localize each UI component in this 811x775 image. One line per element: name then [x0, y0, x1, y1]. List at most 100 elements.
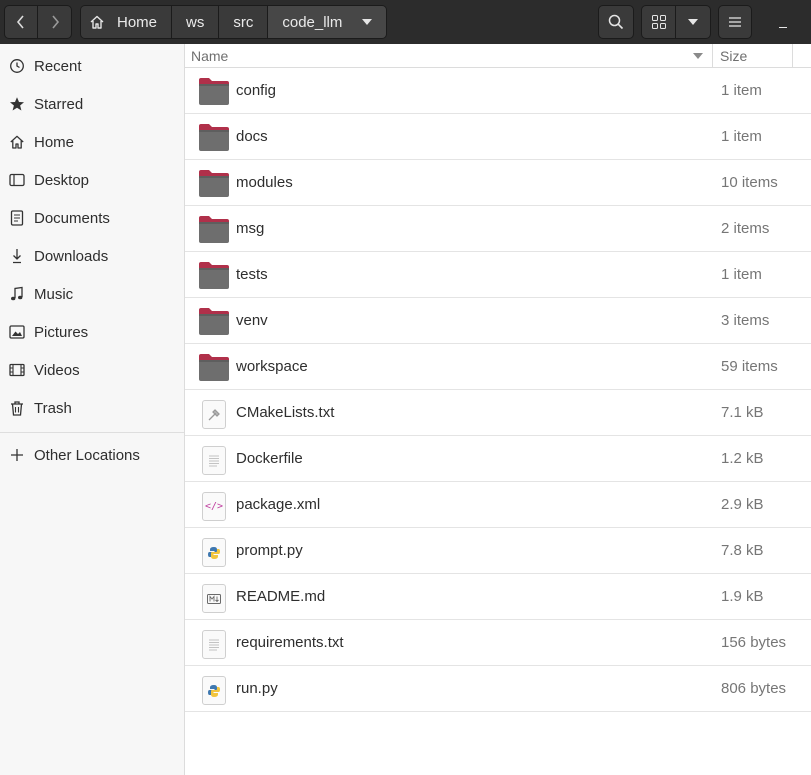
breadcrumb-current[interactable]: code_llm [268, 6, 387, 38]
folder-icon [198, 122, 230, 152]
file-row[interactable]: config 1 item [185, 68, 811, 114]
file-name: workspace [236, 358, 308, 375]
file-size: 10 items [721, 174, 778, 191]
python-file-icon [198, 674, 230, 705]
breadcrumb-label: Home [117, 13, 158, 31]
breadcrumb-src[interactable]: src [219, 6, 269, 38]
file-size: 7.8 kB [721, 542, 764, 559]
file-name: modules [236, 174, 293, 191]
film-icon [9, 362, 25, 378]
breadcrumb-ws[interactable]: ws [172, 6, 220, 38]
file-row[interactable]: requirements.txt 156 bytes [185, 620, 811, 666]
file-size: 156 bytes [721, 634, 787, 651]
sidebar-item-label: Starred [34, 95, 84, 113]
sidebar-item-home[interactable]: Home [0, 125, 184, 159]
file-name: run.py [236, 680, 278, 697]
file-row[interactable]: </> package.xml 2.9 kB [185, 482, 811, 528]
file-row[interactable]: run.py 806 bytes [185, 666, 811, 712]
picture-icon [9, 324, 25, 340]
forward-button[interactable] [37, 5, 72, 39]
sort-descending-icon[interactable] [693, 53, 703, 59]
sidebar-item-label: Trash [34, 399, 72, 417]
back-button[interactable] [4, 5, 38, 39]
file-size: 1.9 kB [721, 588, 764, 605]
caret-down-icon [362, 19, 373, 25]
file-row[interactable]: workspace 59 items [185, 344, 811, 390]
search-button[interactable] [598, 5, 634, 39]
file-size: 1 item [721, 266, 762, 283]
file-row[interactable]: venv 3 items [185, 298, 811, 344]
chevron-right-icon [51, 15, 59, 29]
file-name: venv [236, 312, 268, 329]
folder-icon [198, 352, 230, 382]
file-row[interactable]: tests 1 item [185, 252, 811, 298]
file-name: CMakeLists.txt [236, 404, 335, 421]
column-divider[interactable] [792, 44, 793, 67]
sidebar-item-documents[interactable]: Documents [0, 201, 184, 235]
trash-icon [9, 400, 25, 416]
sidebar-item-label: Other Locations [34, 446, 140, 464]
file-row[interactable]: README.md 1.9 kB [185, 574, 811, 620]
sidebar-item-pictures[interactable]: Pictures [0, 315, 184, 349]
file-name: tests [236, 266, 268, 283]
clock-icon [9, 58, 25, 74]
python-file-icon [198, 536, 230, 567]
file-row[interactable]: CMakeLists.txt 7.1 kB [185, 390, 811, 436]
grid-view-button[interactable] [641, 5, 676, 39]
file-name: README.md [236, 588, 326, 605]
file-size: 7.1 kB [721, 404, 764, 421]
breadcrumb-home[interactable]: Home [81, 6, 173, 38]
home-icon [90, 15, 104, 29]
minimize-button[interactable] [772, 12, 794, 32]
view-options-button[interactable] [675, 5, 711, 39]
file-row[interactable]: prompt.py 7.8 kB [185, 528, 811, 574]
column-header: Name Size [185, 44, 811, 68]
sidebar-item-music[interactable]: Music [0, 277, 184, 311]
main-menu-button[interactable] [718, 5, 752, 39]
file-name: msg [236, 220, 265, 237]
chevron-left-icon [16, 15, 24, 29]
folder-icon [198, 260, 230, 290]
star-icon [9, 96, 25, 112]
file-name: docs [236, 128, 268, 145]
sidebar-item-label: Videos [34, 361, 80, 379]
sidebar-item-other-locations[interactable]: Other Locations [0, 438, 184, 472]
file-size: 806 bytes [721, 680, 787, 697]
file-row[interactable]: Dockerfile 1.2 kB [185, 436, 811, 482]
sidebar-item-downloads[interactable]: Downloads [0, 239, 184, 273]
cmake-file-icon [198, 398, 230, 429]
desktop-icon [9, 172, 25, 188]
sidebar-item-trash[interactable]: Trash [0, 391, 184, 425]
folder-icon [198, 76, 230, 106]
size-column-header[interactable]: Size [720, 48, 747, 64]
name-column-header[interactable]: Name [191, 48, 228, 64]
breadcrumb-label: ws [186, 13, 205, 31]
file-row[interactable]: docs 1 item [185, 114, 811, 160]
file-size: 59 items [721, 358, 778, 375]
sidebar-item-label: Desktop [34, 171, 90, 189]
file-size: 2 items [721, 220, 770, 237]
sidebar-item-recent[interactable]: Recent [0, 49, 184, 83]
column-divider[interactable] [712, 44, 713, 67]
hamburger-menu-icon [729, 17, 741, 27]
file-size: 1 item [721, 128, 762, 145]
download-icon [9, 248, 25, 264]
sidebar-item-desktop[interactable]: Desktop [0, 163, 184, 197]
sidebar-divider [0, 432, 184, 433]
breadcrumb-label: code_llm [282, 13, 343, 31]
sidebar-item-starred[interactable]: Starred [0, 87, 184, 121]
breadcrumb: Home ws src code_llm [80, 5, 388, 39]
file-row[interactable]: modules 10 items [185, 160, 811, 206]
minimize-icon [779, 26, 787, 28]
sidebar: Recent Starred Home Desktop Documents Do… [0, 44, 185, 775]
file-name: Dockerfile [236, 450, 303, 467]
sidebar-item-label: Documents [34, 209, 110, 227]
plus-icon [9, 447, 25, 463]
file-name: prompt.py [236, 542, 303, 559]
file-row[interactable]: msg 2 items [185, 206, 811, 252]
markdown-file-icon [198, 582, 230, 613]
folder-icon [198, 306, 230, 336]
sidebar-item-videos[interactable]: Videos [0, 353, 184, 387]
file-size: 3 items [721, 312, 770, 329]
file-size: 1.2 kB [721, 450, 764, 467]
